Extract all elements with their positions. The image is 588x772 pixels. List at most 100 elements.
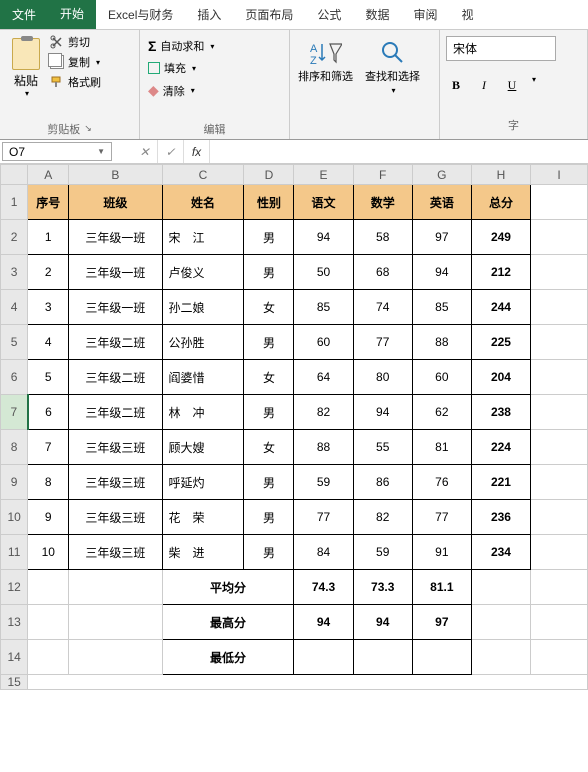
cell[interactable]: 英语 (412, 185, 471, 220)
cell[interactable]: 86 (353, 465, 412, 500)
cell[interactable]: 81.1 (412, 570, 471, 605)
cell[interactable]: 74 (353, 290, 412, 325)
tab-formulas[interactable]: 公式 (305, 0, 353, 29)
cell[interactable]: 59 (353, 535, 412, 570)
cell[interactable]: 男 (244, 255, 294, 290)
row-header-3[interactable]: 3 (1, 255, 28, 290)
cell[interactable] (69, 570, 162, 605)
cell[interactable]: 班级 (69, 185, 162, 220)
cell[interactable]: 男 (244, 535, 294, 570)
col-header-G[interactable]: G (412, 165, 471, 185)
row-header-15[interactable]: 15 (1, 675, 28, 690)
underline-button[interactable]: U (502, 75, 522, 95)
cell[interactable]: 81 (412, 430, 471, 465)
col-header-D[interactable]: D (244, 165, 294, 185)
cell[interactable]: 77 (353, 325, 412, 360)
row-header-6[interactable]: 6 (1, 360, 28, 395)
cell[interactable] (531, 430, 588, 465)
col-header-I[interactable]: I (531, 165, 588, 185)
cell[interactable]: 三年级二班 (69, 325, 162, 360)
cell[interactable]: 224 (471, 430, 530, 465)
cell[interactable] (69, 605, 162, 640)
cell[interactable] (28, 675, 588, 690)
cell[interactable] (412, 640, 471, 675)
cell[interactable] (531, 640, 588, 675)
cell[interactable] (531, 535, 588, 570)
cell[interactable]: 姓名 (162, 185, 244, 220)
cell[interactable]: 249 (471, 220, 530, 255)
cell[interactable]: 顾大嫂 (162, 430, 244, 465)
cell[interactable]: 8 (28, 465, 69, 500)
dialog-launcher-icon[interactable]: ↘ (84, 123, 92, 134)
cell[interactable]: 三年级三班 (69, 465, 162, 500)
cell[interactable]: 58 (353, 220, 412, 255)
tab-file[interactable]: 文件 (0, 0, 48, 29)
row-header-11[interactable]: 11 (1, 535, 28, 570)
cell[interactable]: 60 (412, 360, 471, 395)
cell[interactable]: 82 (353, 500, 412, 535)
cell[interactable]: 最高分 (162, 605, 294, 640)
format-painter-button[interactable]: 格式刷 (50, 74, 101, 90)
cell[interactable]: 花 荣 (162, 500, 244, 535)
cell[interactable]: 女 (244, 290, 294, 325)
sort-filter-button[interactable]: AZ 排序和筛选 (298, 40, 353, 84)
cell[interactable]: 234 (471, 535, 530, 570)
cell[interactable]: 1 (28, 220, 69, 255)
cell[interactable]: 94 (353, 395, 412, 430)
row-header-9[interactable]: 9 (1, 465, 28, 500)
tab-view[interactable]: 视 (449, 0, 485, 29)
cell[interactable]: 94 (412, 255, 471, 290)
cell[interactable] (353, 640, 412, 675)
cancel-formula-button[interactable]: ✕ (132, 140, 158, 163)
cell[interactable]: 卢俊义 (162, 255, 244, 290)
italic-button[interactable]: I (474, 75, 494, 95)
bold-button[interactable]: B (446, 75, 466, 95)
cell[interactable] (294, 640, 353, 675)
cell[interactable]: 男 (244, 325, 294, 360)
col-header-C[interactable]: C (162, 165, 244, 185)
cell[interactable]: 男 (244, 500, 294, 535)
cell[interactable]: 73.3 (353, 570, 412, 605)
cell[interactable]: 94 (294, 605, 353, 640)
cell[interactable]: 7 (28, 430, 69, 465)
row-header-4[interactable]: 4 (1, 290, 28, 325)
cell[interactable]: 三年级三班 (69, 430, 162, 465)
cell[interactable]: 林 冲 (162, 395, 244, 430)
cut-button[interactable]: 剪切 (50, 34, 101, 50)
cell[interactable]: 宋 江 (162, 220, 244, 255)
name-box[interactable]: O7 ▼ (2, 142, 112, 161)
cell[interactable]: 最低分 (162, 640, 294, 675)
cell[interactable]: 204 (471, 360, 530, 395)
cell[interactable] (28, 640, 69, 675)
autosum-button[interactable]: Σ 自动求和 ▾ (148, 38, 214, 54)
cell[interactable]: 225 (471, 325, 530, 360)
cell[interactable]: 244 (471, 290, 530, 325)
cell[interactable]: 59 (294, 465, 353, 500)
cell[interactable] (531, 465, 588, 500)
paste-button[interactable]: 粘贴 ▾ (8, 34, 44, 102)
cell[interactable]: 三年级二班 (69, 360, 162, 395)
cell[interactable]: 68 (353, 255, 412, 290)
cell[interactable] (471, 640, 530, 675)
cell[interactable]: 呼延灼 (162, 465, 244, 500)
cell[interactable]: 91 (412, 535, 471, 570)
col-header-A[interactable]: A (28, 165, 69, 185)
tab-page-layout[interactable]: 页面布局 (233, 0, 305, 29)
cell[interactable]: 85 (412, 290, 471, 325)
fill-button[interactable]: 填充 ▾ (148, 60, 214, 76)
cell[interactable] (69, 640, 162, 675)
tab-excel-finance[interactable]: Excel与财务 (96, 0, 185, 29)
tab-data[interactable]: 数据 (353, 0, 401, 29)
cell[interactable]: 三年级一班 (69, 255, 162, 290)
row-header-2[interactable]: 2 (1, 220, 28, 255)
cell[interactable]: 性别 (244, 185, 294, 220)
cell[interactable]: 212 (471, 255, 530, 290)
cell[interactable]: 总分 (471, 185, 530, 220)
cell[interactable]: 男 (244, 465, 294, 500)
spreadsheet-grid[interactable]: A B C D E F G H I 1 序号 班级 姓名 性别 语文 数学 英语… (0, 164, 588, 690)
cell[interactable]: 97 (412, 220, 471, 255)
cell[interactable]: 80 (353, 360, 412, 395)
cell[interactable]: 三年级三班 (69, 535, 162, 570)
cell[interactable]: 男 (244, 395, 294, 430)
cell[interactable] (471, 605, 530, 640)
